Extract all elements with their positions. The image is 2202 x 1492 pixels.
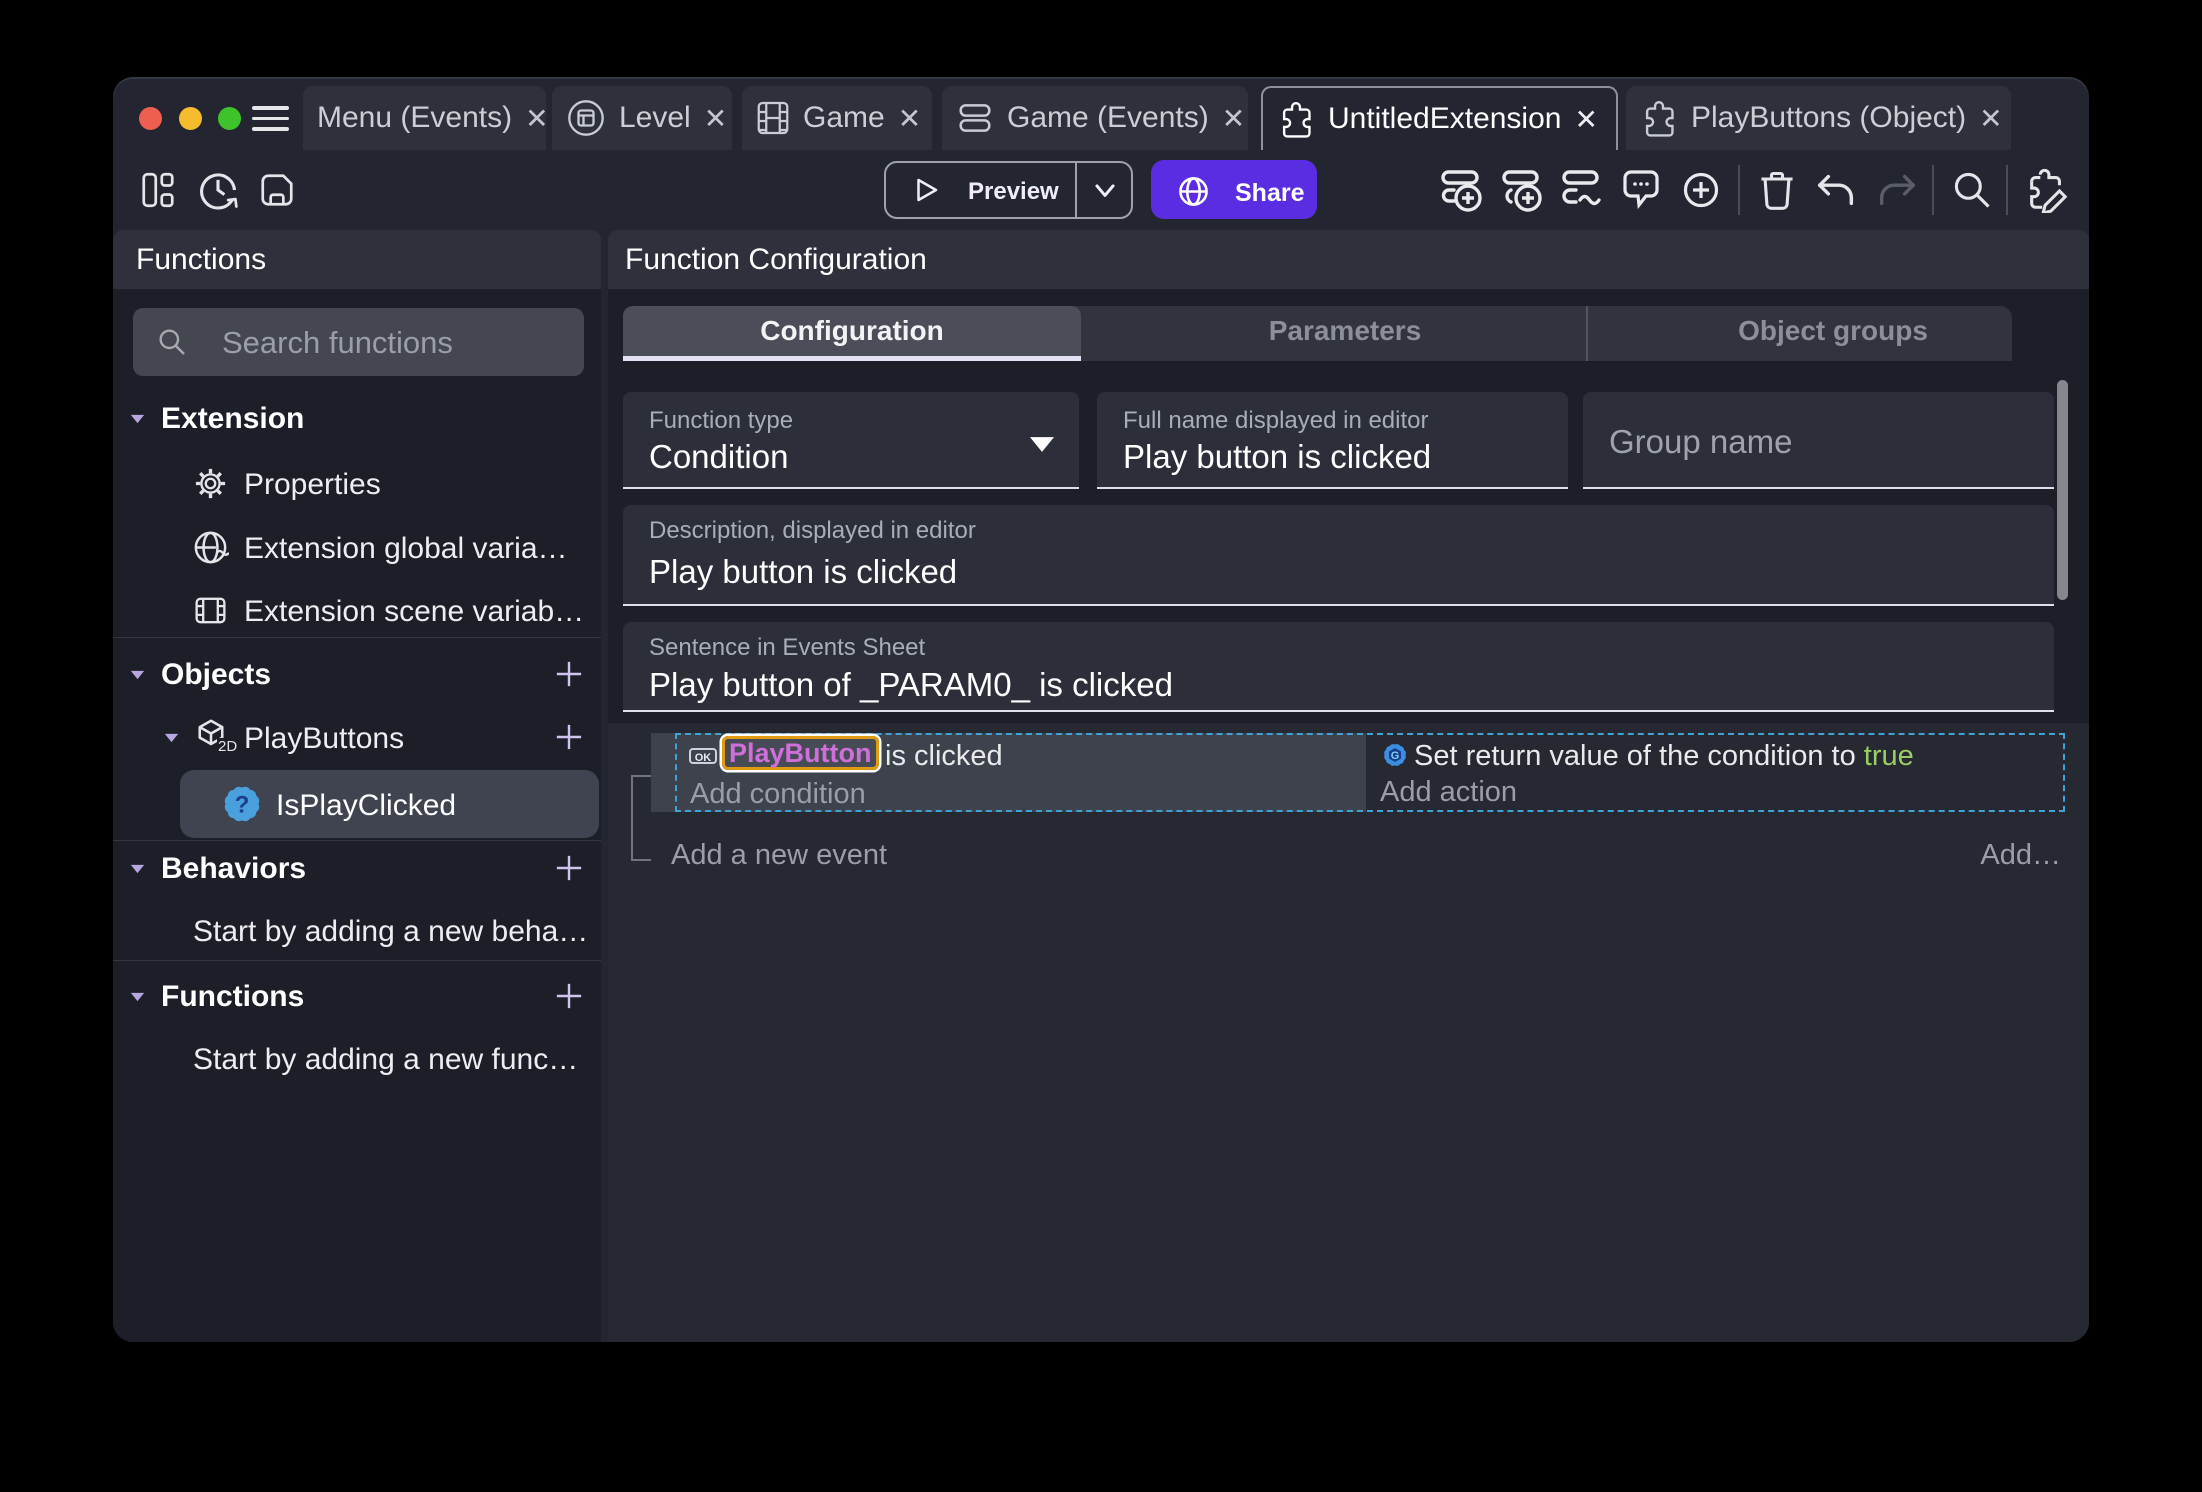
svg-text:G: G (1391, 750, 1400, 762)
svg-text:?: ? (235, 791, 250, 818)
